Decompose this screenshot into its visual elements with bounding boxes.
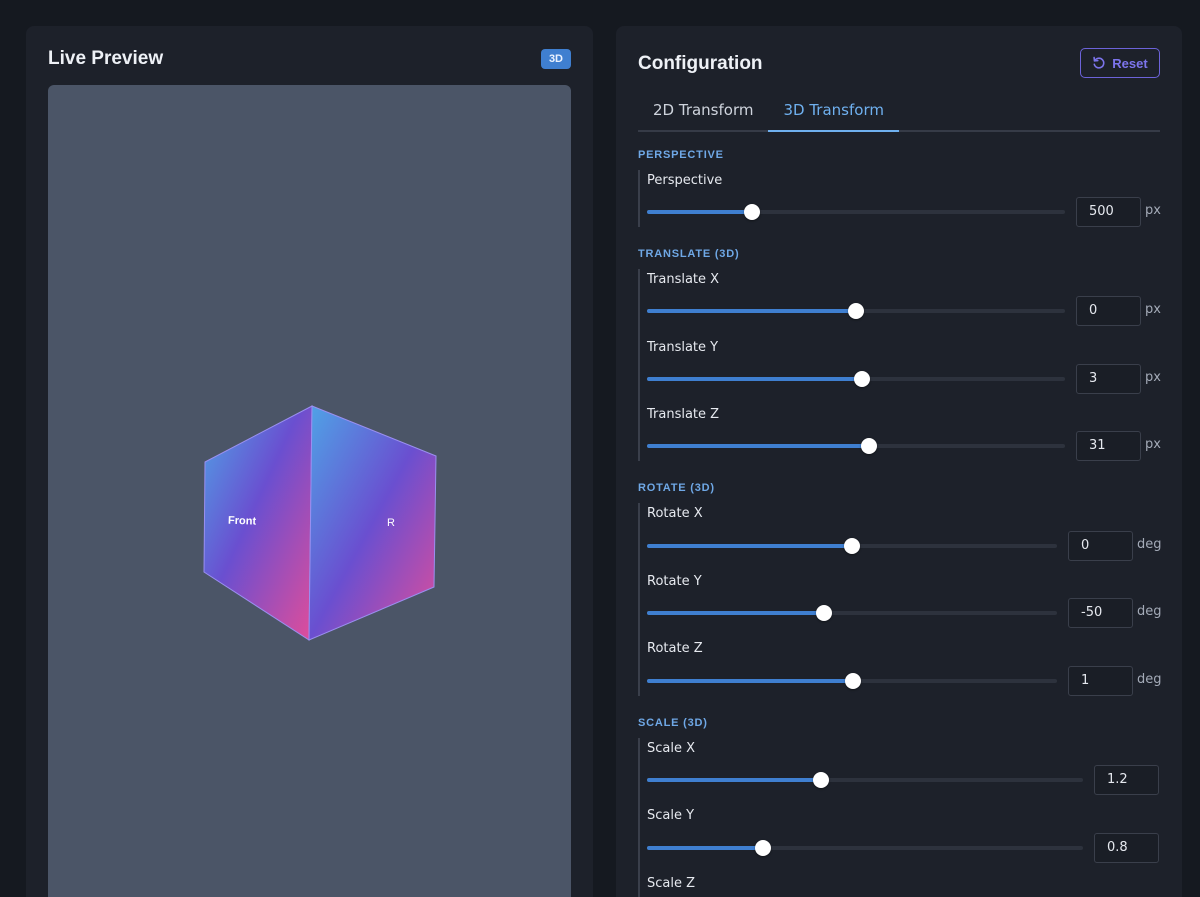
- reset-button[interactable]: Reset: [1080, 48, 1160, 78]
- preview-canvas: Front R: [48, 85, 571, 897]
- perspective-input[interactable]: 500: [1076, 197, 1141, 227]
- rotate-x-input[interactable]: 0: [1068, 531, 1133, 561]
- rotate-y-slider[interactable]: [647, 605, 1057, 621]
- translate-y-slider-thumb[interactable]: [854, 371, 871, 387]
- rotate-y-input[interactable]: -50: [1068, 598, 1133, 628]
- configuration-panel: Configuration Reset 2D Transform 3D Tran…: [616, 26, 1182, 897]
- cube-right-face: [308, 405, 437, 641]
- translate-y-slider-fill: [647, 377, 863, 381]
- scale-x-slider-fill: [647, 778, 822, 782]
- rotate-z-unit: deg: [1137, 672, 1162, 687]
- rotate-z-label: Rotate Z: [647, 641, 703, 656]
- rotate-z-slider[interactable]: [647, 673, 1057, 689]
- translate-x-label: Translate X: [647, 272, 720, 287]
- rotate-y-label: Rotate Y: [647, 574, 702, 589]
- translate-z-unit: px: [1145, 437, 1161, 452]
- translate-x-slider-thumb[interactable]: [848, 303, 864, 319]
- rotate-x-label: Rotate X: [647, 506, 703, 521]
- rotate-x-slider-thumb[interactable]: [844, 538, 860, 554]
- cube-front-face: [203, 405, 313, 641]
- translate-z-slider[interactable]: [647, 438, 1065, 454]
- rotate-x-slider[interactable]: [647, 538, 1057, 554]
- translate-z-slider-thumb[interactable]: [860, 438, 877, 454]
- scale-x-slider[interactable]: [647, 772, 1083, 788]
- rotate-y-unit: deg: [1137, 604, 1162, 619]
- translate-z-label: Translate Z: [647, 407, 720, 422]
- translate-x-input[interactable]: 0: [1076, 296, 1141, 326]
- rotate-z-slider-fill: [647, 679, 853, 683]
- section-label-translate: TRANSLATE (3D): [638, 248, 740, 260]
- perspective-label: Perspective: [647, 173, 723, 188]
- section-divider-translate: [638, 269, 640, 461]
- translate-x-slider-fill: [647, 309, 856, 313]
- scale-x-label: Scale X: [647, 741, 696, 756]
- perspective-slider-thumb[interactable]: [743, 204, 760, 220]
- scale-y-label: Scale Y: [647, 808, 695, 823]
- translate-z-slider-fill: [647, 444, 869, 448]
- rotate-x-unit: deg: [1137, 537, 1162, 552]
- scale-y-input[interactable]: 0.8: [1094, 833, 1159, 863]
- section-label-rotate: ROTATE (3D): [638, 482, 715, 494]
- translate-y-label: Translate Y: [647, 340, 719, 355]
- config-title: Configuration: [638, 53, 763, 74]
- section-divider-perspective: [638, 170, 640, 227]
- live-preview-panel: Live Preview 3D Front R: [26, 26, 593, 897]
- rotate-z-slider-thumb[interactable]: [844, 673, 861, 689]
- tab-3d-transform[interactable]: 3D Transform: [768, 98, 899, 132]
- preview-header: Live Preview 3D: [48, 48, 571, 72]
- config-header: Configuration Reset: [638, 48, 1160, 82]
- section-label-perspective: PERSPECTIVE: [638, 149, 724, 161]
- translate-z-input[interactable]: 31: [1076, 431, 1141, 461]
- transform-tabs: 2D Transform 3D Transform: [638, 98, 1160, 132]
- reset-label: Reset: [1112, 55, 1148, 71]
- right-face-label: R: [387, 517, 395, 529]
- section-divider-scale: [638, 738, 640, 897]
- perspective-unit: px: [1145, 203, 1161, 218]
- rotate-x-slider-fill: [647, 544, 852, 548]
- perspective-slider-fill: [647, 210, 752, 214]
- scale-x-input[interactable]: 1.2: [1094, 765, 1159, 795]
- tab-2d-transform[interactable]: 2D Transform: [638, 98, 768, 132]
- scale-y-slider-fill: [647, 846, 764, 850]
- scale-z-label: Scale Z: [647, 876, 696, 891]
- perspective-slider[interactable]: [647, 204, 1065, 220]
- section-divider-rotate: [638, 503, 640, 696]
- rotate-y-slider-thumb[interactable]: [815, 605, 832, 621]
- reset-icon: [1093, 56, 1105, 69]
- scale-y-slider-thumb[interactable]: [755, 840, 772, 856]
- preview-title: Live Preview: [48, 48, 164, 69]
- translate-y-input[interactable]: 3: [1076, 364, 1141, 394]
- section-label-scale: SCALE (3D): [638, 717, 708, 729]
- translate-y-unit: px: [1145, 370, 1161, 385]
- front-face-label: Front: [228, 515, 257, 528]
- scale-y-slider[interactable]: [647, 840, 1083, 856]
- rotate-y-slider-fill: [647, 611, 824, 615]
- rotate-z-input[interactable]: 1: [1068, 666, 1133, 696]
- translate-y-slider[interactable]: [647, 371, 1065, 387]
- translate-x-slider[interactable]: [647, 303, 1065, 319]
- scale-x-slider-thumb[interactable]: [813, 772, 830, 788]
- cube-preview: Front R: [203, 405, 437, 641]
- translate-x-unit: px: [1145, 302, 1161, 317]
- 3d-badge: 3D: [540, 49, 571, 69]
